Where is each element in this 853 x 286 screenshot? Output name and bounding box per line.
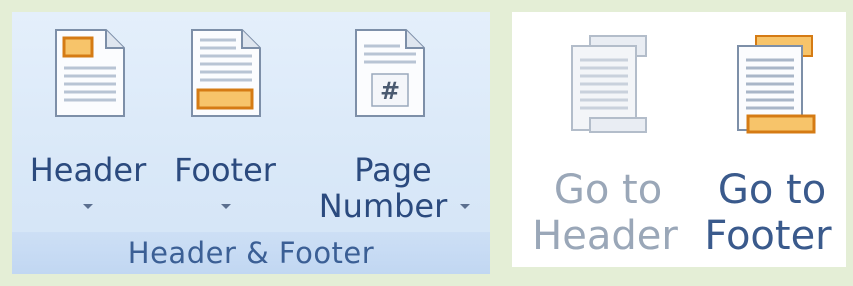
page-number-icon: # xyxy=(355,29,425,117)
go-to-header-label-line1: Go to xyxy=(553,167,663,213)
go-to-footer-button[interactable]: Go to Footer xyxy=(690,18,846,262)
go-to-header-button[interactable]: Go to Header xyxy=(520,18,680,262)
page-number-label-line1: Page xyxy=(354,151,432,189)
header-dropdown-arrow[interactable] xyxy=(83,204,93,209)
header-footer-group: Header Footer # Page Number Header & Foo… xyxy=(12,12,490,274)
footer-dropdown-arrow[interactable] xyxy=(221,204,231,209)
group-title: Header & Footer xyxy=(12,232,490,274)
go-to-footer-label-line1: Go to xyxy=(717,167,827,213)
header-button-label: Header xyxy=(29,151,147,189)
go-to-footer-icon xyxy=(737,35,816,134)
go-to-header-label-line2: Header xyxy=(532,213,678,259)
page-number-dropdown-arrow[interactable] xyxy=(460,204,470,209)
page-number-label-line2: Number xyxy=(318,187,448,225)
go-to-footer-label-line2: Footer xyxy=(704,213,832,259)
footer-icon xyxy=(191,29,261,117)
footer-button[interactable]: Footer xyxy=(160,18,290,223)
navigation-group: Go to Header Go to Footer xyxy=(512,12,846,267)
page-number-button[interactable]: # Page Number xyxy=(298,18,482,225)
hash-glyph: # xyxy=(380,77,400,105)
header-button[interactable]: Header xyxy=(20,18,160,223)
header-icon xyxy=(55,29,125,117)
go-to-header-icon xyxy=(571,35,647,133)
footer-button-label: Footer xyxy=(174,151,276,189)
